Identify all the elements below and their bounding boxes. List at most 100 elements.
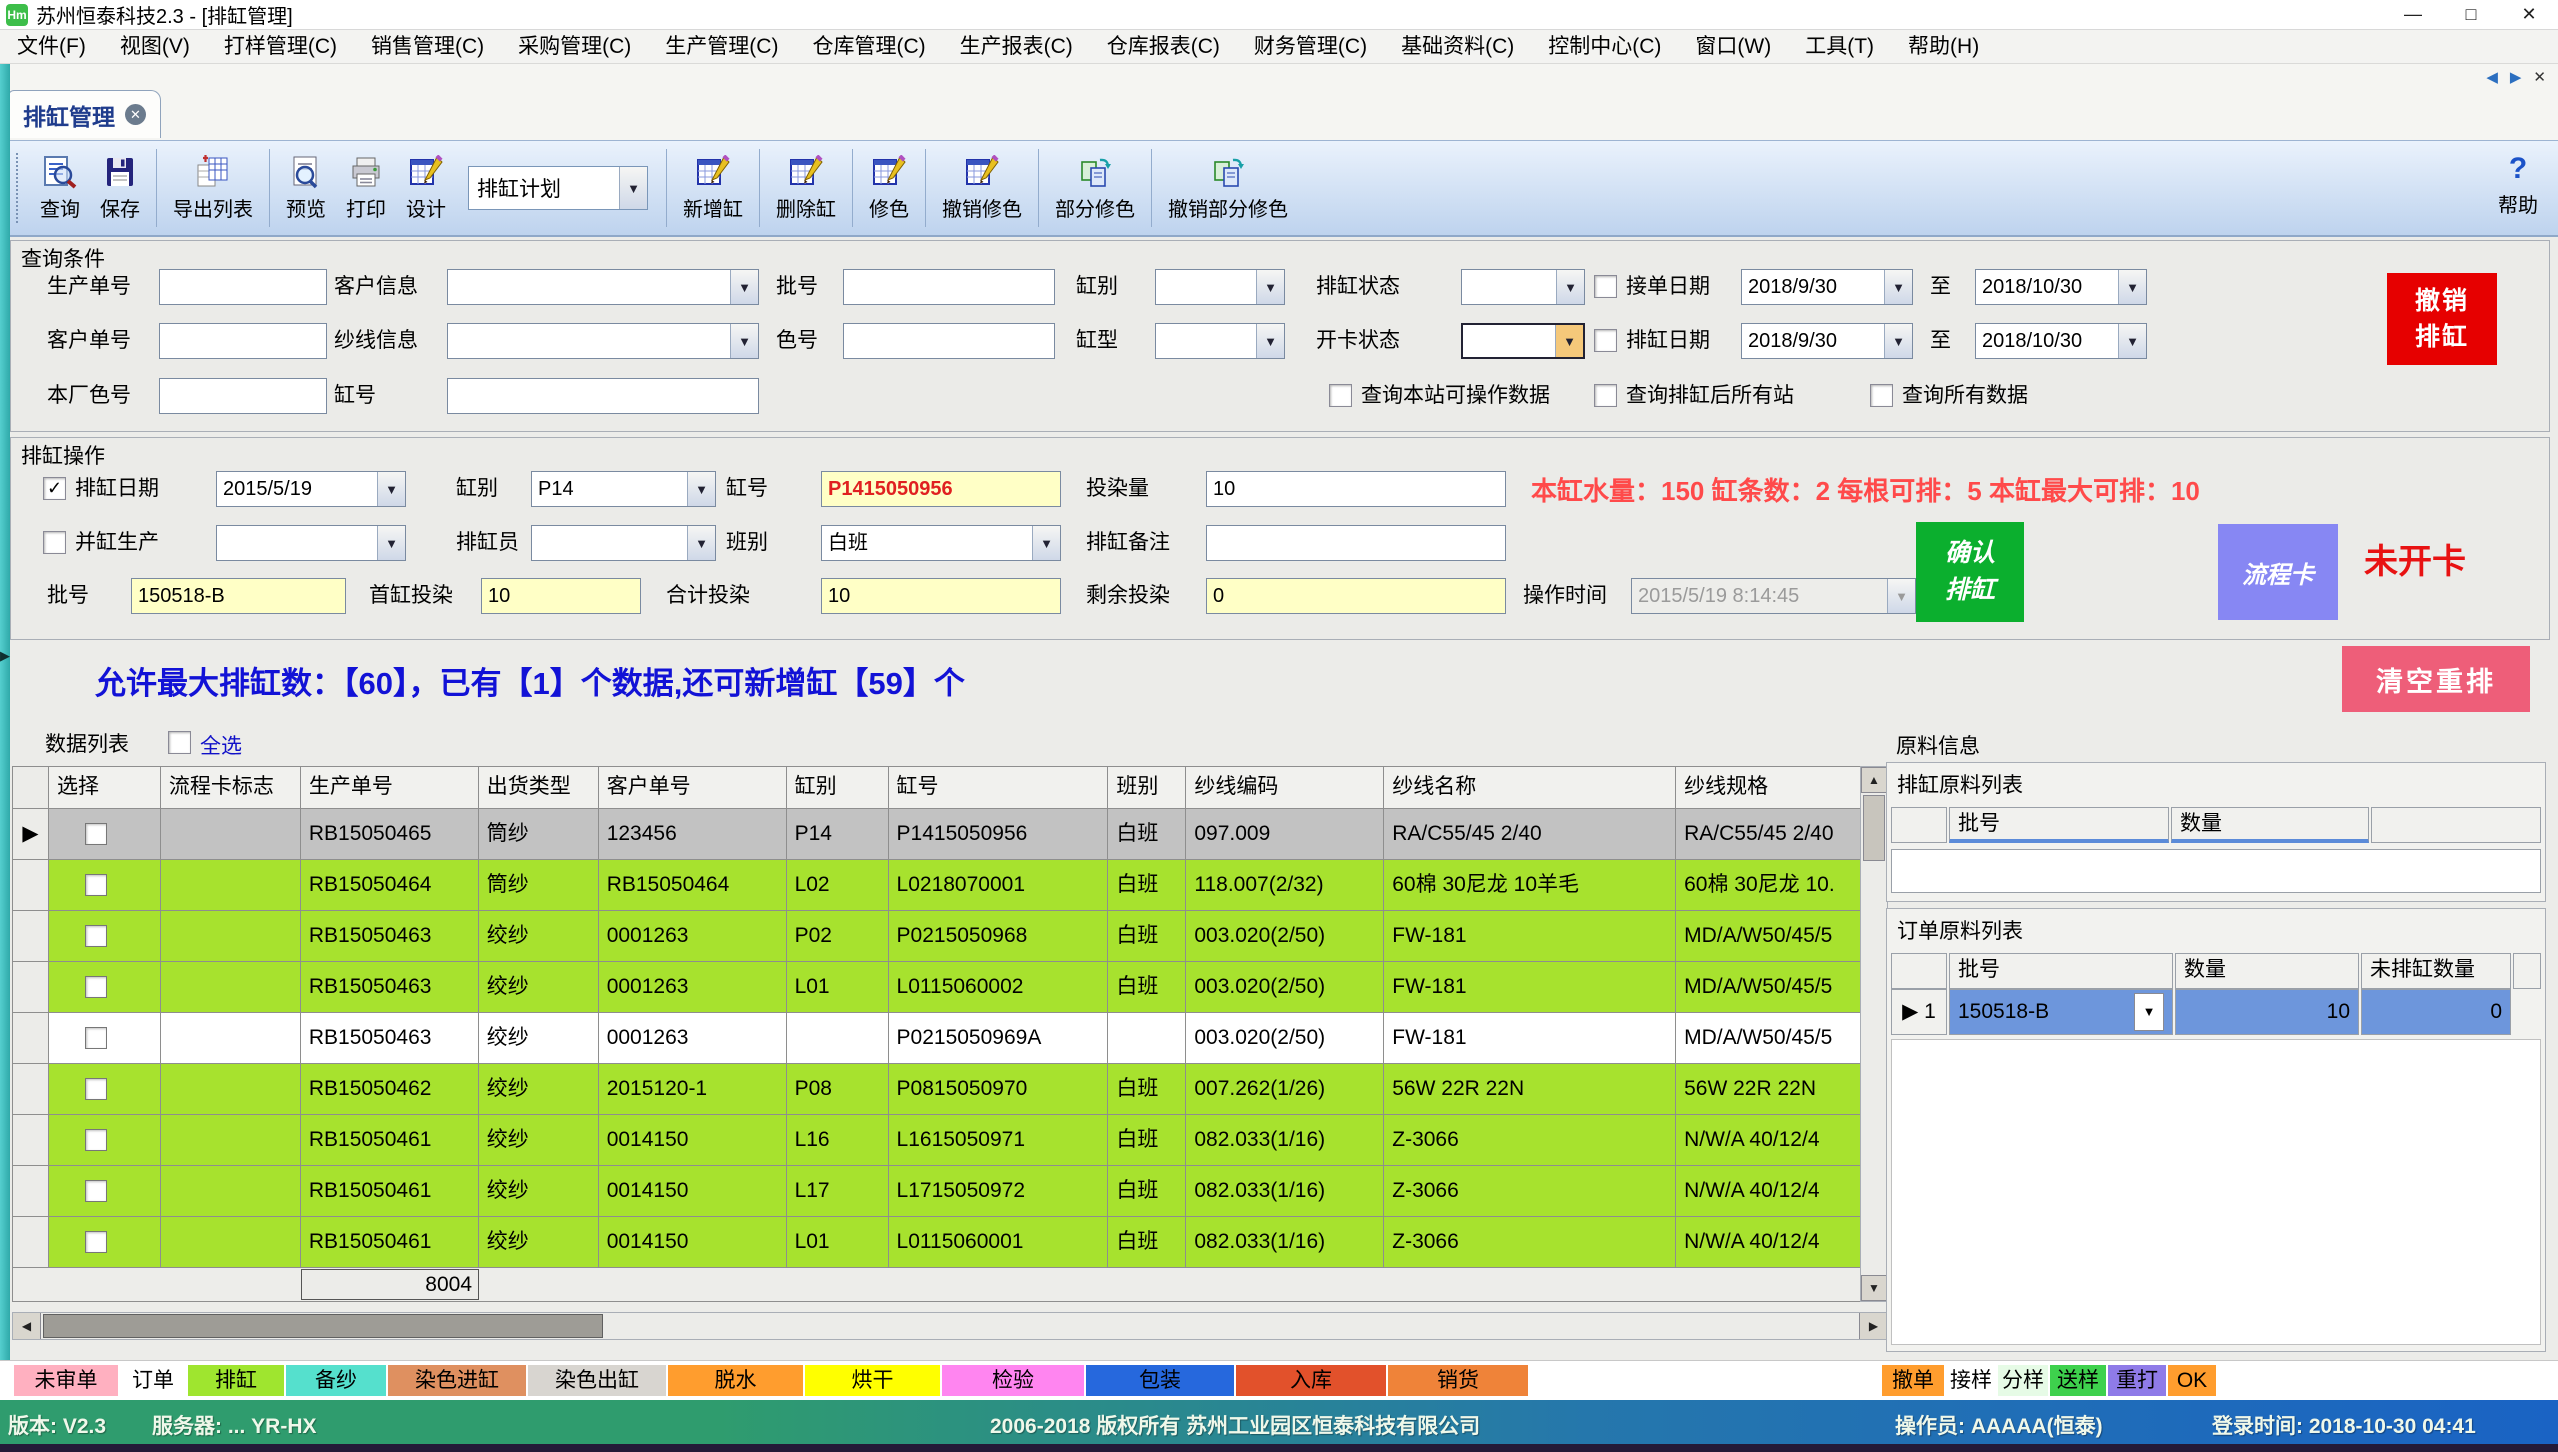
menu-purchase-mgmt[interactable]: 采购管理(C) [501, 30, 648, 63]
op-vat-no-field[interactable]: P1415050956 [821, 471, 1061, 507]
column-header[interactable]: 纱线名称 [1384, 767, 1676, 809]
design-button[interactable]: 设计 [396, 151, 456, 226]
row-select-cell[interactable] [49, 1013, 161, 1064]
dropdown-arrow-icon[interactable]: ▼ [1032, 526, 1060, 560]
close-icon[interactable]: ✕ [2500, 0, 2558, 29]
column-header[interactable]: 客户单号 [599, 767, 787, 809]
row-select-cell[interactable] [49, 860, 161, 911]
row-checkbox[interactable] [85, 1027, 107, 1049]
order-date-to-picker[interactable]: 2018/10/30▼ [1975, 269, 2147, 305]
undo-partial-fix-color-button[interactable]: 撤销部分修色 [1158, 151, 1298, 226]
dropdown-arrow-icon[interactable]: ▼ [730, 324, 758, 358]
table-row[interactable]: RB15050463 绞纱 0001263 L01 L0115060002 白班… [13, 962, 1860, 1013]
merge-production-select[interactable]: ▼ [216, 525, 406, 561]
production-no-input[interactable] [159, 269, 327, 305]
clear-rearrange-button[interactable]: 清空重排 [2342, 646, 2530, 712]
order-material-row[interactable]: ▶ 1 150518-B▼ 10 0 [1891, 989, 2541, 1035]
scroll-down-icon[interactable]: ▼ [1861, 1275, 1887, 1301]
menu-help[interactable]: 帮助(H) [1891, 30, 1996, 63]
column-header[interactable]: 批号 [1949, 807, 2169, 843]
dropdown-arrow-icon[interactable]: ▼ [1884, 324, 1912, 358]
batch-no-input[interactable] [843, 269, 1055, 305]
column-header[interactable]: 纱线规格 [1676, 767, 1860, 809]
undo-fix-color-button[interactable]: 撤销修色 [932, 151, 1032, 226]
menu-tools[interactable]: 工具(T) [1788, 30, 1891, 63]
flow-card-button[interactable]: 流程卡 [2218, 524, 2338, 620]
table-row[interactable]: RB15050463 绞纱 0001263 P02 P0215050968 白班… [13, 911, 1860, 962]
row-checkbox[interactable] [85, 1078, 107, 1100]
delete-vat-button[interactable]: 删除缸 [766, 151, 846, 226]
station-data-checkbox[interactable] [1329, 384, 1352, 407]
menu-view[interactable]: 视图(V) [103, 30, 207, 63]
dropdown-arrow-icon[interactable]: ▼ [377, 472, 405, 506]
dropdown-arrow-icon[interactable]: ▼ [687, 526, 715, 560]
dropdown-arrow-icon[interactable]: ▼ [730, 270, 758, 304]
op-batch-field[interactable]: 150518-B [131, 578, 346, 614]
splitter-arrow-icon[interactable]: ▶ [0, 648, 10, 664]
factory-color-input[interactable] [159, 378, 327, 414]
tab-scroll-left-icon[interactable]: ◀ [2486, 68, 2498, 86]
tab-close-icon[interactable]: ✕ [125, 104, 146, 125]
row-select-cell[interactable] [49, 809, 161, 860]
yarn-info-select[interactable]: ▼ [447, 323, 759, 359]
dropdown-arrow-icon[interactable]: ▼ [1884, 270, 1912, 304]
order-batch-cell[interactable]: 150518-B▼ [1949, 989, 2173, 1035]
arrange-status-select[interactable]: ▼ [1461, 269, 1585, 305]
vat-type-select[interactable]: ▼ [1155, 323, 1285, 359]
menu-window[interactable]: 窗口(W) [1678, 30, 1788, 63]
row-checkbox[interactable] [85, 1129, 107, 1151]
row-select-cell[interactable] [49, 911, 161, 962]
order-date-from-picker[interactable]: 2018/9/30▼ [1741, 269, 1913, 305]
menu-finance-mgmt[interactable]: 财务管理(C) [1237, 30, 1384, 63]
row-select-cell[interactable] [49, 1166, 161, 1217]
menu-warehouse-mgmt[interactable]: 仓库管理(C) [795, 30, 942, 63]
menu-sample-mgmt[interactable]: 打样管理(C) [207, 30, 354, 63]
column-header[interactable]: 缸别 [787, 767, 889, 809]
dropdown-arrow-icon[interactable]: ▼ [1555, 325, 1583, 357]
dropdown-arrow-icon[interactable]: ▼ [1256, 270, 1284, 304]
confirm-arrange-button[interactable]: 确认 排缸 [1916, 522, 2024, 622]
table-row[interactable]: ▶ RB15050465 筒纱 123456 P14 P1415050956 白… [13, 809, 1860, 860]
dropdown-arrow-icon[interactable]: ▼ [1556, 270, 1584, 304]
all-data-checkbox[interactable] [1870, 384, 1893, 407]
dropdown-arrow-icon[interactable]: ▼ [377, 526, 405, 560]
row-checkbox[interactable] [85, 925, 107, 947]
scroll-left-icon[interactable]: ◀ [13, 1313, 41, 1339]
select-all-checkbox[interactable] [168, 731, 191, 754]
horizontal-scroll-thumb[interactable] [43, 1314, 603, 1338]
arrange-date-checkbox[interactable] [1594, 329, 1617, 352]
dropdown-arrow-icon[interactable]: ▼ [1256, 324, 1284, 358]
column-header[interactable]: 出货类型 [479, 767, 599, 809]
partial-fix-color-button[interactable]: 部分修色 [1045, 151, 1145, 226]
shift-select[interactable]: 白班▼ [821, 525, 1061, 561]
fix-color-button[interactable]: 修色 [859, 151, 919, 226]
menu-production-mgmt[interactable]: 生产管理(C) [648, 30, 795, 63]
card-status-select[interactable]: ▼ [1461, 323, 1585, 359]
vat-class-select[interactable]: ▼ [1155, 269, 1285, 305]
table-row[interactable]: RB15050462 绞纱 2015120-1 P08 P0815050970 … [13, 1064, 1860, 1115]
menu-sales-mgmt[interactable]: 销售管理(C) [354, 30, 501, 63]
table-row[interactable]: RB15050461 绞纱 0014150 L01 L0115060001 白班… [13, 1217, 1860, 1268]
scroll-right-icon[interactable]: ▶ [1859, 1313, 1887, 1339]
order-date-checkbox[interactable] [1594, 275, 1617, 298]
tab-nav-close-icon[interactable]: ✕ [2533, 68, 2546, 86]
vat-no-input[interactable] [447, 378, 759, 414]
undo-arrange-button[interactable]: 撤销 排缸 [2387, 273, 2497, 365]
menu-control-center[interactable]: 控制中心(C) [1531, 30, 1678, 63]
arranged-materials-empty-row[interactable] [1891, 849, 2541, 893]
help-button[interactable]: ? 帮助 [2488, 149, 2548, 222]
table-row[interactable]: RB15050461 绞纱 0014150 L17 L1715050972 白班… [13, 1166, 1860, 1217]
horizontal-scrollbar[interactable]: ◀ ▶ [12, 1312, 1888, 1340]
column-header[interactable]: 数量 [2171, 807, 2369, 843]
row-checkbox[interactable] [85, 1231, 107, 1253]
color-no-input[interactable] [843, 323, 1055, 359]
column-header[interactable]: 数量 [2175, 953, 2359, 989]
op-arrange-date-picker[interactable]: 2015/5/19▼ [216, 471, 406, 507]
column-header[interactable]: 选择 [49, 767, 161, 809]
dropdown-arrow-icon[interactable]: ▼ [2118, 270, 2146, 304]
tab-vat-management[interactable]: 排缸管理 ✕ [8, 90, 161, 138]
remark-input[interactable] [1206, 525, 1506, 561]
dye-qty-input[interactable] [1206, 471, 1506, 507]
row-checkbox[interactable] [85, 1180, 107, 1202]
column-header[interactable]: 未排缸数量 [2361, 953, 2511, 989]
